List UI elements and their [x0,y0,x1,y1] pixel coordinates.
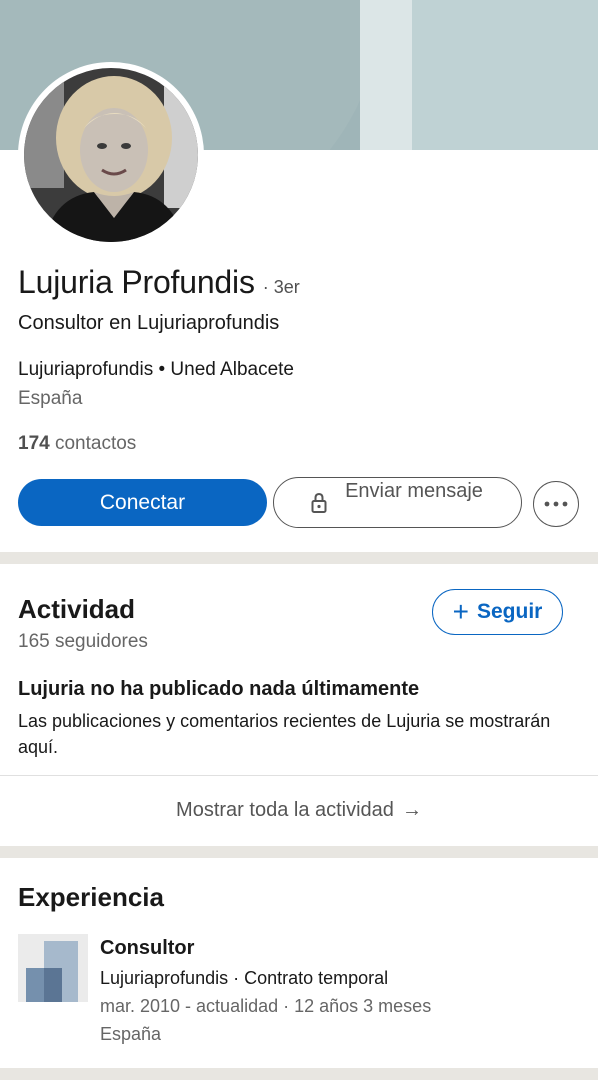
experience-title: Experiencia [18,882,164,912]
arrow-right-icon: → [401,799,422,821]
more-icon [544,501,568,507]
experience-dates: mar. 2010 - actualidad · 12 años 3 meses [100,996,432,1016]
follow-button[interactable]: + Seguir [432,589,563,635]
profile-name: Lujuria Profundis [18,264,255,300]
profile-name-row: Lujuria Profundis · 3er [18,264,300,301]
profile-headline: Consultor en Lujuriaprofundis [18,312,280,334]
show-all-activity-link[interactable]: Mostrar toda la actividad → [0,799,598,822]
experience-company: Lujuriaprofundis · Contrato temporal [100,968,389,988]
more-options-button[interactable] [533,481,579,527]
banner-panel [412,0,598,150]
banner-stripe [360,0,420,150]
section-divider [0,846,598,858]
activity-empty-title: Lujuria no ha publicado nada últimamente [18,678,420,700]
connect-button[interactable]: Conectar [18,479,267,526]
activity-empty-description: Las publicaciones y comentarios reciente… [18,711,551,757]
profile-location: España [18,388,83,409]
section-divider [0,552,598,564]
contacts-number: 174 [18,433,50,454]
profile-company-education[interactable]: Lujuriaprofundis • Uned Albacete [18,359,294,381]
experience-role[interactable]: Consultor [100,937,194,960]
plus-icon: + [452,596,469,627]
send-message-button[interactable]: Enviar mensaje [273,477,522,528]
followers-count: 165 seguidores [18,631,148,652]
send-message-label: Enviar mensaje [345,480,483,502]
contacts-count[interactable]: 174 contactos [18,433,136,455]
avatar[interactable] [18,62,204,248]
lock-icon [311,492,327,513]
company-logo[interactable] [18,934,88,1002]
follow-label: Seguir [477,600,543,623]
separator [0,775,598,776]
connection-degree: · 3er [262,277,300,297]
section-divider [0,1068,598,1080]
activity-title: Actividad [18,594,136,624]
experience-location: España [100,1024,162,1044]
show-all-label: Mostrar toda la actividad [176,799,394,821]
contacts-label: contactos [54,433,137,454]
profile-photo [24,68,198,242]
